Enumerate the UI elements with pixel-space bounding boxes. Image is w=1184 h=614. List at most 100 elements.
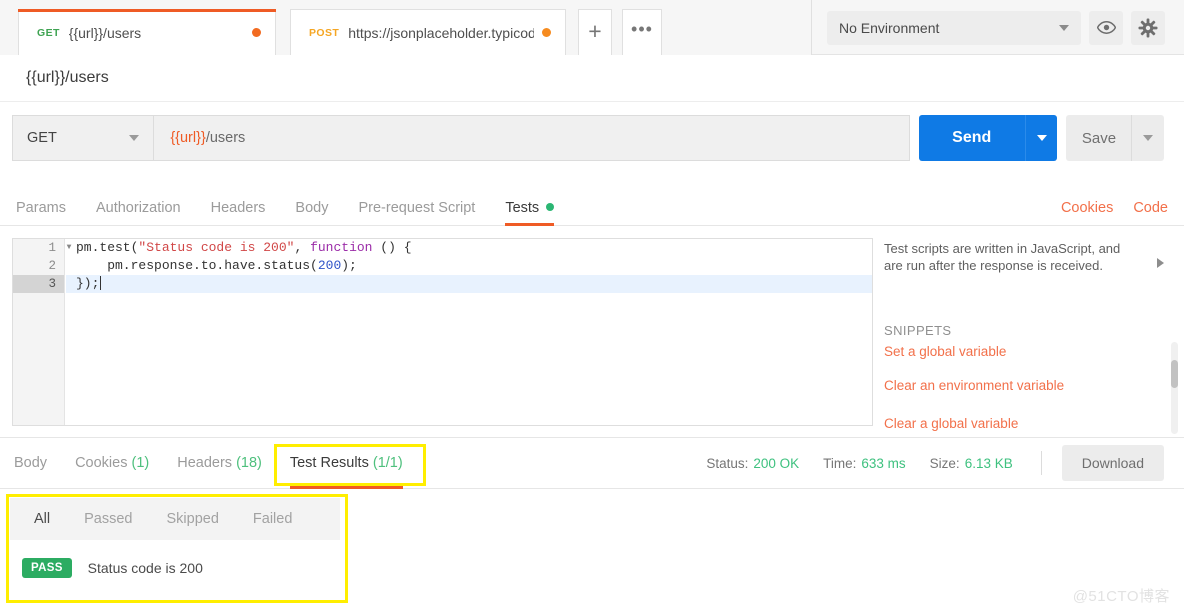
cookies-link[interactable]: Cookies bbox=[1061, 200, 1113, 216]
response-tabs: Body Cookies (1) Headers (18) Test Resul… bbox=[0, 437, 403, 489]
settings-button[interactable] bbox=[1131, 10, 1165, 45]
environment-selected-label: No Environment bbox=[839, 19, 940, 36]
response-bar: Body Cookies (1) Headers (18) Test Resul… bbox=[0, 437, 1184, 489]
tab-body[interactable]: Body bbox=[295, 200, 328, 225]
send-options-button[interactable] bbox=[1024, 115, 1058, 161]
tab-authorization[interactable]: Authorization bbox=[96, 200, 181, 225]
request-name-row: {{url}}/users bbox=[0, 55, 1184, 102]
gear-icon bbox=[1138, 18, 1158, 37]
code-token: , bbox=[294, 240, 311, 255]
response-tab-headers-count: (18) bbox=[236, 455, 262, 471]
time-label: Time: bbox=[823, 455, 857, 471]
tab-params-label: Params bbox=[16, 200, 66, 216]
tab-params[interactable]: Params bbox=[16, 200, 66, 225]
code-link[interactable]: Code bbox=[1133, 200, 1168, 216]
collapse-panel-arrow-icon[interactable] bbox=[1157, 258, 1164, 268]
response-tab-body-label: Body bbox=[14, 455, 48, 471]
line-number-value: 1 bbox=[48, 241, 56, 255]
code-line-3: }); bbox=[66, 275, 872, 293]
code-token-number: 200 bbox=[317, 258, 342, 273]
filter-skipped[interactable]: Skipped bbox=[167, 511, 219, 527]
request-tab-1-name: {{url}}/users bbox=[68, 24, 142, 41]
tests-has-content-dot bbox=[546, 203, 555, 211]
response-tab-test-results-count: (1/1) bbox=[372, 455, 403, 471]
tab-headers-label: Headers bbox=[210, 200, 266, 216]
response-tab-headers-label: Headers bbox=[177, 455, 233, 471]
snippets-scrollbar-thumb[interactable] bbox=[1171, 360, 1178, 388]
size-label: Size: bbox=[929, 455, 960, 471]
download-button[interactable]: Download bbox=[1061, 445, 1164, 481]
snippets-heading: SNIPPETS bbox=[884, 323, 952, 338]
environment-quick-look-button[interactable] bbox=[1089, 10, 1123, 45]
request-title[interactable]: {{url}}/users bbox=[26, 69, 109, 87]
line-number-value: 3 bbox=[48, 277, 56, 291]
filter-failed[interactable]: Failed bbox=[253, 511, 293, 527]
time-meta: Time: 633 ms bbox=[823, 456, 906, 471]
tab-pre-request-script[interactable]: Pre-request Script bbox=[358, 200, 475, 225]
chevron-down-icon bbox=[129, 135, 140, 141]
postman-app-window: GET {{url}}/users POST https://jsonplace… bbox=[0, 0, 1184, 614]
save-options-button[interactable] bbox=[1131, 115, 1164, 161]
code-token: }); bbox=[76, 276, 100, 291]
line-number: 2 bbox=[13, 257, 64, 275]
size-meta: Size: 6.13 KB bbox=[930, 456, 1013, 471]
request-tab-2-name: https://jsonplaceholder.typicod bbox=[348, 24, 534, 41]
snippets-description: Test scripts are written in JavaScript, … bbox=[884, 241, 1121, 273]
snippet-item-clear-environment-variable[interactable]: Clear an environment variable bbox=[884, 378, 1064, 393]
request-tab-strip: GET {{url}}/users POST https://jsonplace… bbox=[0, 0, 812, 55]
text-cursor bbox=[100, 276, 102, 290]
save-button[interactable]: Save bbox=[1066, 115, 1132, 161]
test-results-panel: All Passed Skipped Failed PASS Status co… bbox=[10, 498, 340, 598]
http-method-value: GET bbox=[27, 130, 57, 146]
snippets-scrollbar[interactable] bbox=[1171, 342, 1178, 434]
test-result-name: Status code is 200 bbox=[87, 560, 203, 576]
tests-script-editor[interactable]: 1 ▼ 2 3 pm.test("Status code is 200", fu… bbox=[12, 238, 873, 426]
eye-icon bbox=[1096, 21, 1116, 34]
code-token-keyword: function bbox=[310, 240, 373, 255]
url-bar-row: GET {{url}}/users Send Save bbox=[0, 110, 1184, 166]
line-number-value: 2 bbox=[48, 259, 56, 273]
tab-more-options-icon[interactable]: ••• bbox=[622, 9, 662, 55]
environment-zone: No Environment bbox=[813, 0, 1184, 55]
request-tab-1[interactable]: GET {{url}}/users bbox=[18, 9, 276, 55]
tab-tests-label: Tests bbox=[505, 200, 540, 216]
code-line-1: pm.test("Status code is 200", function (… bbox=[66, 239, 872, 257]
request-tab-2-method: POST bbox=[309, 26, 340, 39]
code-token: ); bbox=[341, 258, 357, 273]
request-tab-2[interactable]: POST https://jsonplaceholder.typicod bbox=[290, 9, 566, 55]
status-value: 200 OK bbox=[753, 455, 800, 471]
url-input[interactable]: {{url}}/users bbox=[153, 115, 910, 161]
code-token-string: "Status code is 200" bbox=[138, 240, 295, 255]
divider bbox=[1040, 451, 1042, 475]
code-token: () { bbox=[372, 240, 412, 255]
chevron-down-icon bbox=[1143, 135, 1154, 141]
test-results-filter-tabs: All Passed Skipped Failed bbox=[10, 498, 340, 540]
response-tab-body[interactable]: Body bbox=[14, 437, 47, 489]
line-number: 1 ▼ bbox=[13, 239, 71, 257]
filter-all[interactable]: All bbox=[34, 511, 50, 527]
test-result-row: PASS Status code is 200 bbox=[10, 540, 340, 578]
new-tab-button[interactable]: + bbox=[578, 9, 612, 55]
response-tab-headers[interactable]: Headers (18) bbox=[177, 437, 262, 489]
snippet-item-clear-global-variable[interactable]: Clear a global variable bbox=[884, 416, 1018, 431]
time-value: 633 ms bbox=[861, 455, 906, 471]
request-tab-2-unsaved-dot bbox=[542, 28, 551, 37]
url-path-token: /users bbox=[205, 130, 246, 146]
tab-authorization-label: Authorization bbox=[95, 200, 181, 216]
tab-tests[interactable]: Tests bbox=[505, 200, 555, 226]
editor-line-number-gutter: 1 ▼ 2 3 bbox=[13, 239, 71, 425]
response-tab-cookies-label: Cookies bbox=[75, 455, 128, 471]
environment-selector[interactable]: No Environment bbox=[827, 10, 1081, 45]
request-tab-1-unsaved-dot bbox=[252, 28, 261, 37]
tab-headers[interactable]: Headers bbox=[211, 200, 266, 225]
response-tab-test-results-label: Test Results bbox=[289, 455, 369, 471]
send-button[interactable]: Send bbox=[918, 115, 1025, 161]
http-method-dropdown[interactable]: GET bbox=[12, 115, 154, 161]
response-tab-cookies[interactable]: Cookies (1) bbox=[75, 437, 149, 489]
response-tab-test-results[interactable]: Test Results (1/1) bbox=[289, 437, 403, 489]
filter-passed[interactable]: Passed bbox=[84, 511, 132, 527]
request-tab-links: Cookies Code bbox=[1041, 200, 1184, 225]
code-line-2: pm.response.to.have.status(200); bbox=[66, 257, 872, 275]
editor-code-content[interactable]: pm.test("Status code is 200", function (… bbox=[66, 239, 872, 425]
snippet-item-set-global-variable[interactable]: Set a global variable bbox=[884, 344, 1006, 359]
